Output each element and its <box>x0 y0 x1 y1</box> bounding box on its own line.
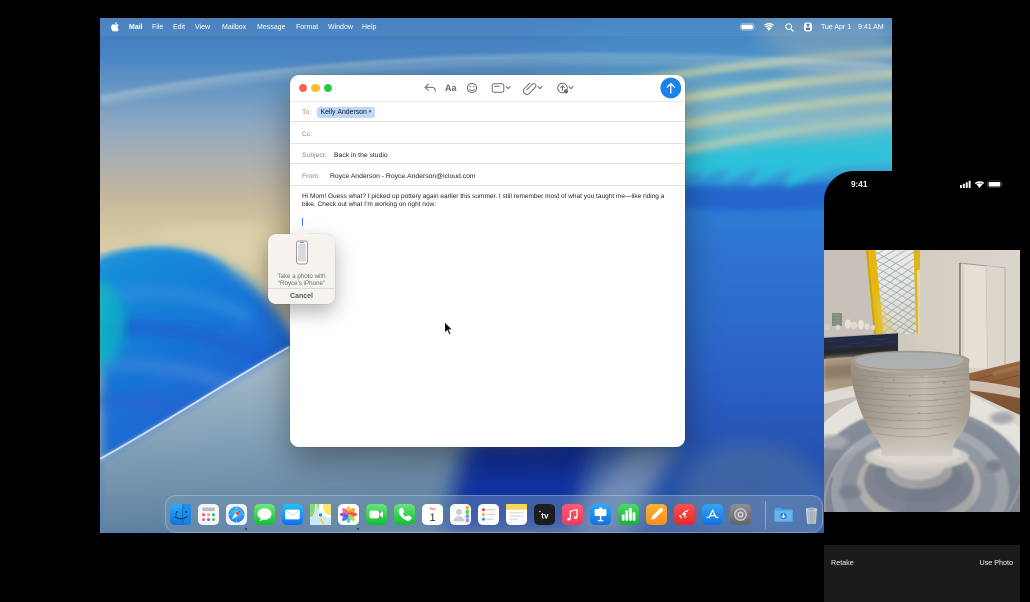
svg-text:1: 1 <box>429 512 435 524</box>
svg-text:Tue: Tue <box>430 507 436 511</box>
svg-text:Aa: Aa <box>445 83 457 93</box>
svg-text:tv: tv <box>541 511 549 520</box>
